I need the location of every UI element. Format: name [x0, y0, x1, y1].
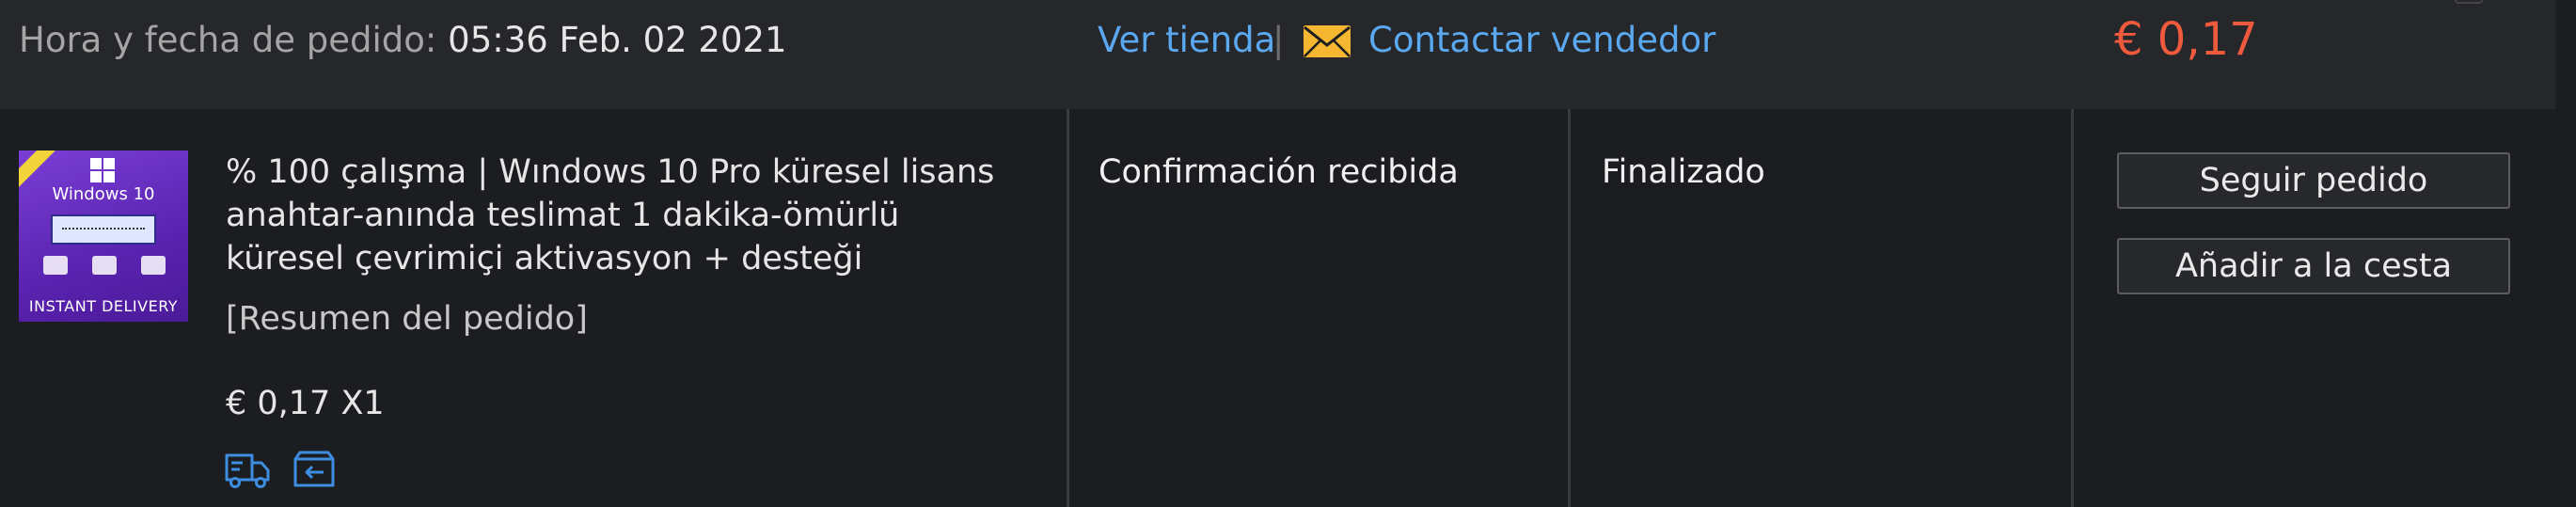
track-order-button[interactable]: Seguir pedido: [2117, 152, 2510, 209]
windows-logo-icon: [90, 158, 115, 182]
confirmation-status: Confirmación recibida: [1098, 153, 1459, 191]
order-date-value: 05:36 Feb. 02 2021: [448, 20, 787, 60]
column-divider: [1067, 109, 1069, 507]
column-divider: [1568, 109, 1571, 507]
order-state: Finalizado: [1602, 153, 1765, 191]
price-quantity: € 0,17 X1: [226, 385, 385, 422]
link-separator: |: [1272, 20, 1285, 60]
return-box-icon[interactable]: [292, 450, 337, 489]
thumbnail-footer: INSTANT DELIVERY: [28, 297, 179, 315]
view-store-link[interactable]: Ver tienda: [1098, 19, 1275, 62]
add-to-cart-button[interactable]: Añadir a la cesta: [2117, 238, 2510, 294]
thumbnail-title: Windows 10: [52, 184, 155, 204]
thumbnail-feature-icons: [43, 256, 166, 284]
column-divider: [2071, 109, 2074, 507]
product-thumbnail[interactable]: Windows 10 INSTANT DELIVERY: [19, 151, 188, 322]
product-title-link[interactable]: % 100 çalışma | Wındows 10 Pro küresel l…: [226, 151, 1016, 280]
order-date-label-text: Hora y fecha de pedido:: [19, 20, 437, 60]
order-date-label: Hora y fecha de pedido: 05:36 Feb. 02 20…: [19, 19, 787, 62]
order-summary-link[interactable]: [Resumen del pedido]: [226, 297, 588, 341]
collapse-toggle-icon[interactable]: [2455, 0, 2483, 4]
mail-icon[interactable]: [1303, 24, 1351, 58]
contact-seller-link[interactable]: Contactar vendedor: [1368, 19, 1715, 62]
order-header: Hora y fecha de pedido: 05:36 Feb. 02 20…: [0, 0, 2555, 109]
license-card-icon: [51, 214, 156, 245]
order-total: € 0,17: [2114, 13, 2258, 66]
shipping-truck-icon[interactable]: [224, 450, 271, 489]
